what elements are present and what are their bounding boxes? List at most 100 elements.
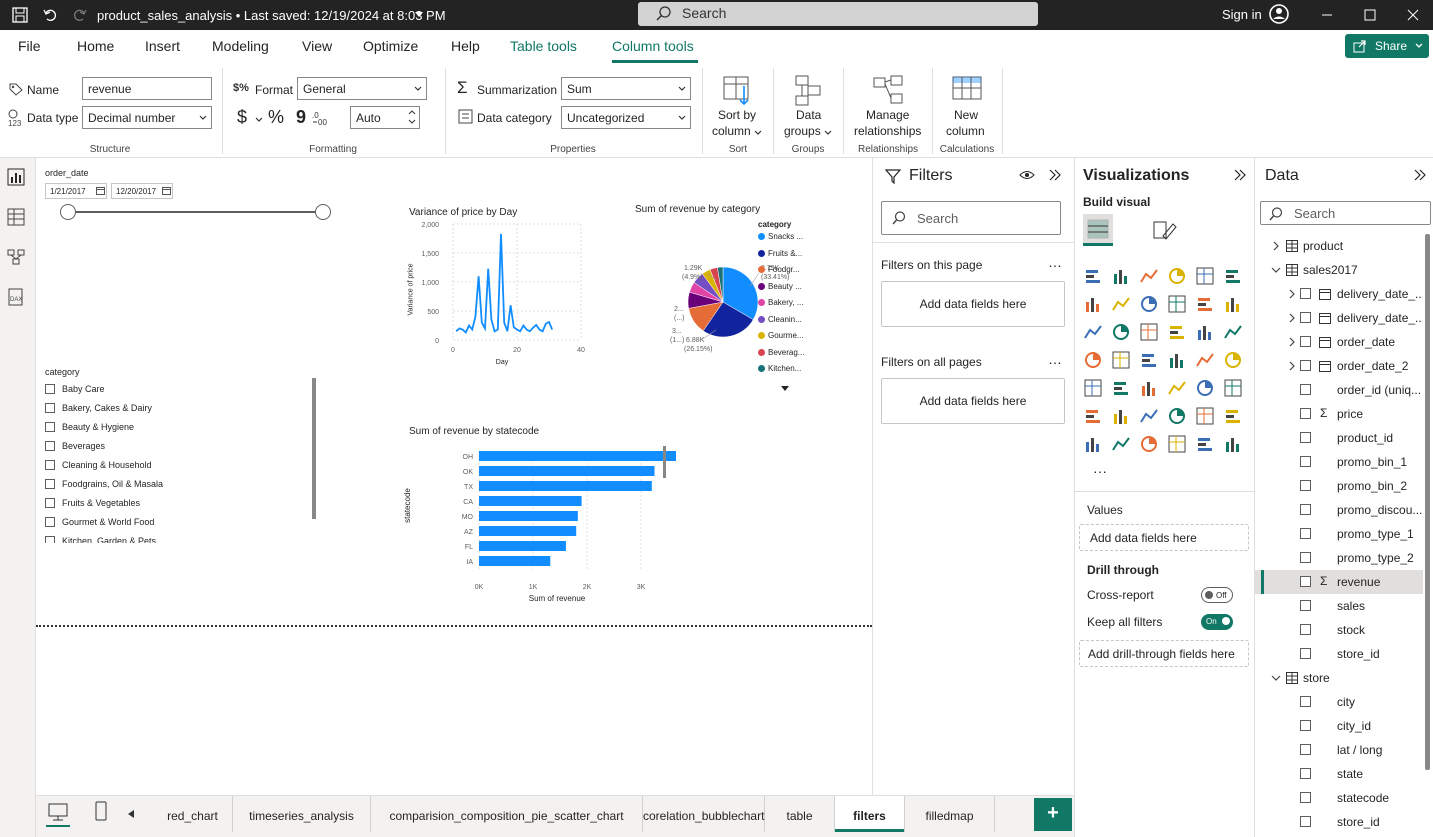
data-field-item[interactable]: stock (1255, 618, 1423, 642)
share-button[interactable]: Share (1345, 34, 1429, 58)
page-tab[interactable]: filters (835, 796, 905, 832)
power-bi-visual-icon[interactable] (1195, 434, 1215, 454)
more-visual-icon[interactable] (1223, 434, 1243, 454)
data-field-item[interactable]: product_id (1255, 426, 1423, 450)
keep-all-filters-toggle[interactable]: On (1201, 614, 1233, 630)
data-field-item[interactable]: delivery_date_... (1255, 306, 1423, 330)
percent-button[interactable]: % (268, 107, 284, 128)
add-page-button[interactable]: + (1034, 798, 1072, 831)
checkbox[interactable] (1300, 336, 1311, 347)
menu-column-tools[interactable]: Column tools (612, 38, 694, 54)
more-options-icon[interactable]: … (1048, 351, 1062, 367)
checkbox[interactable] (1300, 432, 1311, 443)
data-field-item[interactable]: statecode (1255, 786, 1423, 810)
checkbox[interactable] (45, 460, 55, 470)
data-type-select[interactable]: Decimal number (82, 106, 212, 129)
bar[interactable] (479, 466, 655, 476)
table-icon[interactable] (1167, 378, 1187, 398)
100-area-icon[interactable] (1167, 294, 1187, 314)
category-slicer-item[interactable]: Baby Care (45, 381, 315, 399)
save-icon[interactable] (12, 7, 28, 23)
category-slicer-item[interactable]: Beauty & Hygiene (45, 419, 315, 437)
menu-table-tools[interactable]: Table tools (510, 38, 577, 54)
clustered-bar-icon[interactable] (1139, 266, 1159, 286)
pie-legend-item[interactable]: Beverag... (758, 348, 804, 357)
data-field-item[interactable]: store_id (1255, 642, 1423, 666)
checkbox[interactable] (1300, 312, 1311, 323)
data-field-item[interactable]: promo_bin_1 (1255, 450, 1423, 474)
checkbox[interactable] (45, 403, 55, 413)
checkbox[interactable] (1300, 528, 1311, 539)
kpi-icon[interactable] (1111, 378, 1131, 398)
data-field-item[interactable]: promo_type_1 (1255, 522, 1423, 546)
sign-in-link[interactable]: Sign in (1222, 7, 1262, 22)
data-groups-button[interactable]: Data groups (778, 70, 838, 140)
checkbox[interactable] (1300, 504, 1311, 515)
data-table-item[interactable]: sales2017 (1255, 258, 1423, 282)
global-search-box[interactable]: Search (638, 2, 1038, 26)
metrics-icon[interactable] (1167, 434, 1187, 454)
data-field-item[interactable]: promo_bin_2 (1255, 474, 1423, 498)
checkbox[interactable] (1300, 408, 1311, 419)
page-tab[interactable]: corelation_bubblechart (643, 796, 765, 832)
date-range-end-handle[interactable] (315, 204, 331, 220)
data-field-item[interactable]: order_date (1255, 330, 1423, 354)
values-drop-zone[interactable]: Add data fields here (1079, 524, 1249, 551)
bar[interactable] (479, 556, 551, 566)
bar[interactable] (479, 451, 676, 461)
bar-chart-scrollbar[interactable] (663, 446, 666, 478)
waterfall-icon[interactable] (1111, 322, 1131, 342)
category-slicer-item[interactable]: Foodgrains, Oil & Masala (45, 476, 315, 494)
table-view-icon[interactable] (7, 208, 25, 226)
bar[interactable] (479, 511, 578, 521)
checkbox[interactable] (1300, 624, 1311, 635)
donut-icon[interactable] (1223, 322, 1243, 342)
menu-insert[interactable]: Insert (145, 38, 180, 54)
account-icon[interactable] (1268, 3, 1290, 25)
data-field-item[interactable]: state (1255, 762, 1423, 786)
data-field-item[interactable]: promo_discou... (1255, 498, 1423, 522)
collapse-data-icon[interactable] (1413, 168, 1427, 182)
data-field-item[interactable]: store_id (1255, 810, 1423, 834)
desktop-layout-icon[interactable] (47, 802, 69, 822)
line-chart[interactable]: 0 500 1,000 1,500 2,000 0 20 40 Day (406, 220, 596, 370)
data-category-select[interactable]: Uncategorized (561, 106, 691, 129)
new-column-button[interactable]: New column (936, 70, 998, 140)
data-table-item[interactable]: store (1255, 666, 1423, 690)
pie-legend-item[interactable]: Beauty ... (758, 282, 802, 291)
data-field-item[interactable]: order_date_2 (1255, 354, 1423, 378)
filters-page-drop-zone[interactable]: Add data fields here (881, 281, 1065, 327)
undo-icon[interactable] (42, 7, 58, 23)
data-field-item[interactable]: city_id (1255, 714, 1423, 738)
stacked-column-icon[interactable] (1111, 266, 1131, 286)
sort-by-column-button[interactable]: Sort by column (708, 70, 768, 140)
pie-legend-item[interactable]: Gourme... (758, 331, 804, 340)
data-field-item[interactable]: sales (1255, 594, 1423, 618)
category-slicer-item[interactable]: Fruits & Vegetables (45, 495, 315, 513)
checkbox[interactable] (1300, 456, 1311, 467)
azure-map-icon[interactable] (1167, 350, 1187, 370)
checkbox[interactable] (1300, 600, 1311, 611)
pie-legend-item[interactable]: Bakery, ... (758, 298, 803, 307)
power-apps-icon[interactable] (1111, 434, 1131, 454)
checkbox[interactable] (45, 498, 55, 508)
checkbox[interactable] (1300, 480, 1311, 491)
line-icon[interactable] (1083, 294, 1103, 314)
pie-legend-item[interactable]: Cleanin... (758, 315, 802, 324)
goals-icon[interactable] (1223, 406, 1243, 426)
menu-view[interactable]: View (302, 38, 332, 54)
gauge-icon[interactable] (1195, 350, 1215, 370)
data-field-item[interactable]: order_id (uniq... (1255, 378, 1423, 402)
matrix-icon[interactable] (1195, 378, 1215, 398)
funnel-icon[interactable] (1139, 322, 1159, 342)
chevron-down-icon[interactable] (1271, 265, 1281, 275)
summarization-select[interactable]: Sum (561, 77, 691, 100)
line-stacked-column-icon[interactable] (1195, 294, 1215, 314)
name-input[interactable]: revenue (82, 77, 212, 100)
maximize-icon[interactable] (1363, 8, 1377, 22)
pie-icon[interactable] (1195, 322, 1215, 342)
filled-map-icon[interactable] (1139, 350, 1159, 370)
page-tab[interactable]: comparision_composition_pie_scatter_char… (371, 796, 643, 832)
chevron-right-icon[interactable] (1287, 337, 1297, 347)
checkbox[interactable] (1300, 360, 1311, 371)
